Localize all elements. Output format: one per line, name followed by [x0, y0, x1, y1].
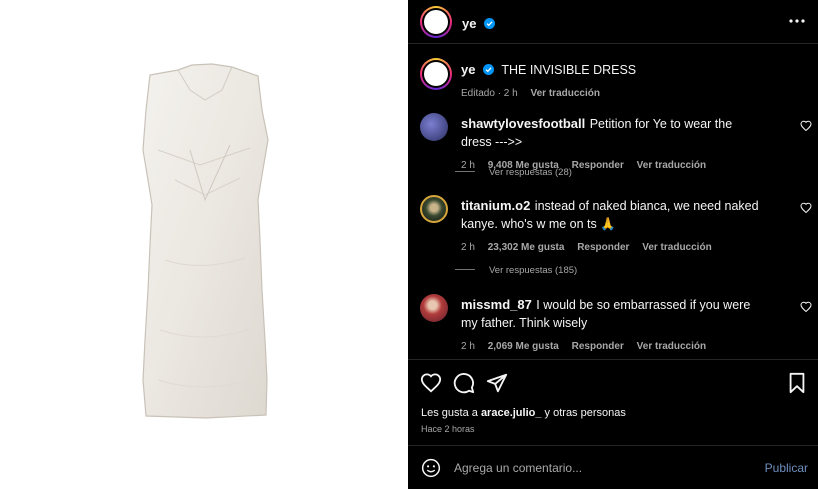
comment-username[interactable]: shawtylovesfootball [461, 116, 585, 131]
verified-icon [482, 64, 494, 75]
comment-username[interactable]: missmd_87 [461, 297, 532, 312]
caption-edited: Editado · 2 h [461, 88, 518, 99]
more-icon[interactable] [788, 12, 806, 30]
comment-username[interactable]: titanium.o2 [461, 198, 530, 213]
comment-likes[interactable]: 2,069 Me gusta [488, 341, 559, 352]
heart-icon[interactable] [800, 301, 812, 313]
comment-avatar[interactable] [420, 294, 448, 322]
post-sidebar: ye ye THE INVISIBLE DRESS Editado · 2 h … [408, 0, 818, 489]
caption-translate-link[interactable]: Ver traducción [531, 88, 600, 99]
dress-image [142, 63, 269, 419]
avatar[interactable] [420, 6, 452, 38]
comment-translate-link[interactable]: Ver traducción [637, 160, 706, 171]
view-replies-label: Ver respuestas (185) [489, 265, 578, 276]
comment-input[interactable] [454, 458, 744, 478]
replies-divider [455, 269, 475, 270]
comment-reply-button[interactable]: Responder [572, 341, 624, 352]
heart-icon[interactable] [420, 372, 442, 394]
header-username[interactable]: ye [462, 16, 476, 31]
replies-divider [455, 171, 475, 172]
post-timestamp: Hace 2 horas [421, 424, 475, 434]
comment-avatar[interactable] [420, 113, 448, 141]
view-replies-button[interactable]: Ver respuestas (185) [455, 265, 577, 276]
comment-translate-link[interactable]: Ver traducción [637, 341, 706, 352]
post-media[interactable] [0, 0, 408, 489]
comment-time: 2 h [461, 341, 475, 352]
comment-icon[interactable] [453, 372, 475, 394]
emoji-icon[interactable] [421, 458, 441, 478]
likes-user[interactable]: arace.julio_ [481, 407, 542, 419]
caption-username[interactable]: ye [461, 62, 475, 77]
caption-avatar[interactable] [420, 58, 452, 90]
view-replies-button[interactable]: Ver respuestas (28) [455, 167, 572, 178]
heart-icon[interactable] [800, 120, 812, 132]
comment-avatar[interactable] [420, 195, 448, 223]
share-icon[interactable] [486, 372, 508, 394]
comment-translate-link[interactable]: Ver traducción [642, 242, 711, 253]
caption-text: THE INVISIBLE DRESS [501, 63, 637, 77]
likes-summary[interactable]: Les gusta a arace.julio_ y otras persona… [421, 407, 626, 419]
comment-reply-button[interactable]: Responder [577, 242, 629, 253]
heart-icon[interactable] [800, 202, 812, 214]
bookmark-icon[interactable] [786, 372, 808, 394]
publish-button[interactable]: Publicar [765, 461, 808, 475]
comment-composer: Publicar [408, 445, 818, 489]
comment-time: 2 h [461, 242, 475, 253]
likes-prefix: Les gusta a [421, 407, 478, 419]
comment-likes[interactable]: 23,302 Me gusta [488, 242, 565, 253]
view-replies-label: Ver respuestas (28) [489, 167, 572, 178]
post-header: ye [408, 0, 818, 44]
verified-icon [483, 18, 495, 29]
likes-suffix: y otras personas [544, 407, 626, 419]
comment-reply-button[interactable]: Responder [572, 160, 624, 171]
